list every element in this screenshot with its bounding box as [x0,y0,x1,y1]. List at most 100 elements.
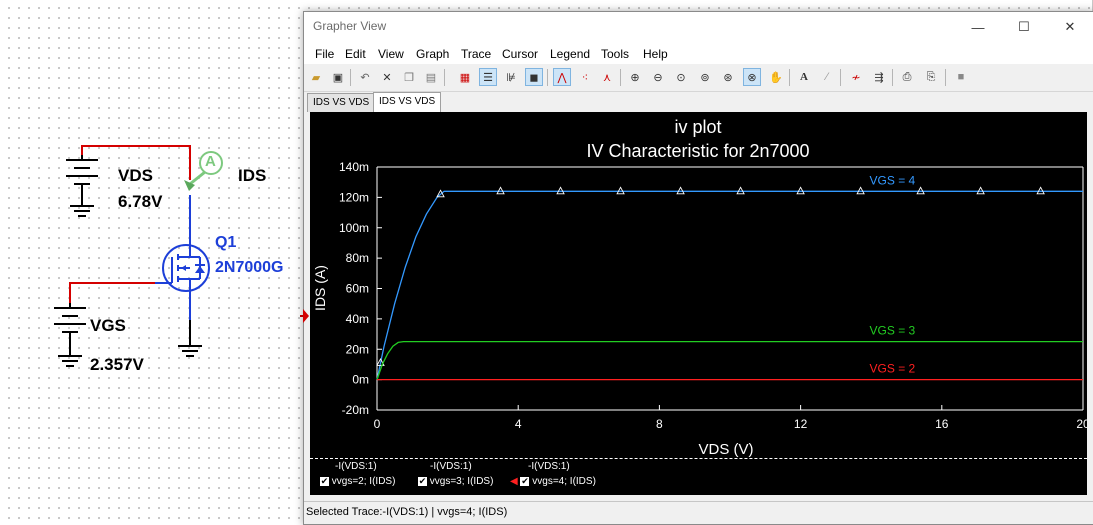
vds-value-label: 6.78V [118,192,163,211]
data-marker-icon[interactable]: ⋏ [598,68,616,86]
data-point-icon[interactable]: ⁖ [576,68,594,86]
vgs-name-label: VGS [90,316,126,335]
ground-symbol[interactable] [178,320,202,357]
minimize-button[interactable]: — [955,12,1001,42]
zoom-full-icon[interactable]: ⊗ [743,68,761,86]
zoom-area-icon[interactable]: ⊙ [672,68,690,86]
y-tick-label: 0m [352,373,369,387]
zoom-out-icon[interactable]: ⊖ [649,68,667,86]
chart-title: iv plot [674,117,721,137]
data-marker [676,186,685,195]
tab-ids-vs-vds-1[interactable]: IDS VS VDS [307,93,376,112]
pan-icon[interactable]: ✋ [767,68,785,86]
series-name-label: VGS = 2 [870,362,916,376]
x-tick-label: 8 [656,417,663,431]
y-tick-label: 120m [339,190,369,204]
y-tick-label: 100m [339,221,369,235]
menu-cursor[interactable]: Cursor [502,47,538,61]
x-tick-label: 12 [794,417,808,431]
vds-name-label: VDS [118,166,153,185]
copy-icon[interactable]: ❐ [400,68,418,86]
tab-strip: IDS VS VDS IDS VS VDS [304,92,1093,113]
legend-panel[interactable]: -I(VDS:1) ✔ vvgs=2; I(IDS) -I(VDS:1) ✔ v… [310,458,1087,496]
save-icon[interactable]: ▣ [329,68,347,86]
open-icon[interactable]: ▰ [307,68,325,86]
data-marker [976,186,985,195]
maximize-button[interactable]: ☐ [1001,12,1047,42]
series-line-1 [376,190,1083,380]
stop-icon[interactable]: ■ [952,68,970,86]
print-icon[interactable]: ⎙ [898,68,916,86]
vgs-source-symbol[interactable] [54,303,86,367]
menu-view[interactable]: View [378,47,404,61]
legend-trace-2-label: vvgs=3; I(IDS) [429,476,494,487]
selected-trace-marker-icon: ◀ [510,476,518,487]
data-marker [856,186,865,195]
legend-checkbox-3[interactable]: ✔ [520,477,530,486]
close-button[interactable]: ✕ [1047,12,1093,42]
zoom-y-icon[interactable]: ⊛ [719,68,737,86]
y-tick-label: 60m [346,282,369,296]
menu-file[interactable]: File [315,47,334,61]
toolbar: ▰ ▣ ↶ ✕ ❐ ▤ ▦ ☰ ⊯ ◼ ⋀ ⁖ ⋏ ⊕ ⊖ ⊙ ⊚ ⊛ ⊗ ✋ … [304,65,1093,92]
tab-ids-vs-vds-2[interactable]: IDS VS VDS [373,92,442,113]
y-tick-label: 40m [346,312,369,326]
legend-trace-3-top: -I(VDS:1) [528,461,570,472]
plot-area[interactable]: iv plot IV Characteristic for 2n7000 VDS… [310,112,1090,496]
legend-item-1[interactable]: ✔ vvgs=2; I(IDS) [320,476,395,487]
zoom-in-icon[interactable]: ⊕ [626,68,644,86]
zoom-x-icon[interactable]: ⊚ [696,68,714,86]
bode-icon[interactable]: ⊯ [502,68,520,86]
data-marker [616,186,625,195]
x-tick-label: 16 [935,417,949,431]
x-tick-label: 4 [515,417,522,431]
undo-icon[interactable]: ↶ [356,68,374,86]
title-bar[interactable]: Grapher View — ☐ ✕ [304,12,1093,42]
menu-graph[interactable]: Graph [416,47,449,61]
grid-icon[interactable]: ▦ [456,68,474,86]
menu-trace[interactable]: Trace [461,47,491,61]
legend-item-2[interactable]: ✔ vvgs=3; I(IDS) [418,476,493,487]
menu-tools[interactable]: Tools [601,47,629,61]
print-preview-icon[interactable]: ⎘ [922,68,940,86]
overlay-icon[interactable]: ≁ [847,68,865,86]
y-tick-label: 80m [346,251,369,265]
data-marker [496,186,505,195]
cut-icon[interactable]: ✕ [378,68,396,86]
q1-part-label: 2N7000G [215,259,284,276]
vds-source-symbol[interactable] [66,155,98,217]
series-line-2 [376,341,1083,380]
legend-checkbox-1[interactable]: ✔ [320,477,329,486]
ammeter-symbol-label: A [205,153,216,170]
grapher-window[interactable]: Grapher View — ☐ ✕ File Edit View Graph … [303,11,1093,525]
legend-trace-2-top: -I(VDS:1) [430,461,472,472]
status-text: Selected Trace:-I(VDS:1) | vvgs=4; I(IDS… [306,506,508,518]
y-tick-label: -20m [342,403,369,417]
data-marker [556,186,565,195]
vgs-value-label: 2.357V [90,355,144,374]
q1-ref-label: Q1 [215,234,237,251]
reverse-colors-icon[interactable]: ◼ [525,68,543,86]
channel-arrow-icon [181,265,186,271]
menu-help[interactable]: Help [643,47,668,61]
trace-marker-icon [303,309,309,323]
menu-bar: File Edit View Graph Trace Cursor Legend… [304,42,1093,64]
legend-trace-1-top: -I(VDS:1) [335,461,377,472]
cursor-icon[interactable]: ⋀ [553,68,571,86]
y-axis-label: IDS (A) [312,265,328,311]
iv-chart[interactable]: iv plot IV Characteristic for 2n7000 VDS… [310,112,1090,495]
legend-trace-1-label: vvgs=2; I(IDS) [331,476,396,487]
status-bar: Selected Trace:-I(VDS:1) | vvgs=4; I(IDS… [304,501,1093,524]
format-icon[interactable]: ⁄ [818,68,836,86]
data-marker [736,186,745,195]
legend-checkbox-2[interactable]: ✔ [418,477,427,486]
series-name-label: VGS = 3 [870,324,916,338]
text-icon[interactable]: A [795,68,813,86]
export-icon[interactable]: ⇶ [870,68,888,86]
menu-legend[interactable]: Legend [550,47,590,61]
paste-icon[interactable]: ▤ [422,68,440,86]
legend-item-3[interactable]: ◀ ✔ vvgs=4; I(IDS) [510,476,596,487]
legend-icon[interactable]: ☰ [479,68,497,86]
menu-edit[interactable]: Edit [345,47,366,61]
data-marker [1036,186,1045,195]
